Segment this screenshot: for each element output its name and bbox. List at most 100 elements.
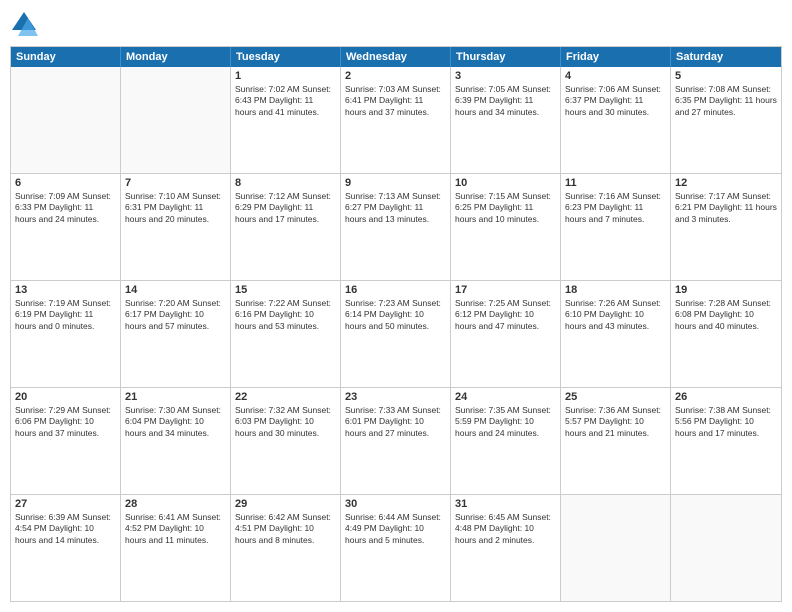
calendar-cell: 7 Sunrise: 7:10 AM Sunset: 6:31 PM Daylig… [121,174,231,280]
weekday-header-monday: Monday [121,47,231,67]
cell-info: Sunrise: 7:06 AM Sunset: 6:37 PM Dayligh… [565,84,666,118]
calendar-cell: 4 Sunrise: 7:06 AM Sunset: 6:37 PM Daylig… [561,67,671,173]
day-number: 17 [455,284,556,296]
cell-info: Sunrise: 7:35 AM Sunset: 5:59 PM Dayligh… [455,405,556,439]
cell-info: Sunrise: 7:16 AM Sunset: 6:23 PM Dayligh… [565,191,666,225]
calendar-cell: 18 Sunrise: 7:26 AM Sunset: 6:10 PM Dayli… [561,281,671,387]
calendar: SundayMondayTuesdayWednesdayThursdayFrid… [10,46,782,602]
calendar-cell: 5Sunrise: 7:08 AM Sunset: 6:35 PM Daylig… [671,67,781,173]
calendar-row-5: 27Sunrise: 6:39 AM Sunset: 4:54 PM Dayli… [11,495,781,601]
calendar-cell: 1 Sunrise: 7:02 AM Sunset: 6:43 PM Daylig… [231,67,341,173]
calendar-cell: 10 Sunrise: 7:15 AM Sunset: 6:25 PM Dayli… [451,174,561,280]
cell-info: Sunrise: 7:15 AM Sunset: 6:25 PM Dayligh… [455,191,556,225]
cell-info: Sunrise: 7:36 AM Sunset: 5:57 PM Dayligh… [565,405,666,439]
calendar-row-1: 1 Sunrise: 7:02 AM Sunset: 6:43 PM Daylig… [11,67,781,174]
day-number: 2 [345,70,446,82]
calendar-cell: 16 Sunrise: 7:23 AM Sunset: 6:14 PM Dayli… [341,281,451,387]
calendar-cell [561,495,671,601]
cell-info: Sunrise: 6:42 AM Sunset: 4:51 PM Dayligh… [235,512,336,546]
calendar-cell: 2Sunrise: 7:03 AM Sunset: 6:41 PM Daylig… [341,67,451,173]
cell-info: Sunrise: 7:25 AM Sunset: 6:12 PM Dayligh… [455,298,556,332]
cell-info: Sunrise: 7:28 AM Sunset: 6:08 PM Dayligh… [675,298,777,332]
day-number: 22 [235,391,336,403]
calendar-cell: 31 Sunrise: 6:45 AM Sunset: 4:48 PM Dayli… [451,495,561,601]
cell-info: Sunrise: 7:19 AM Sunset: 6:19 PM Dayligh… [15,298,116,332]
day-number: 20 [15,391,116,403]
calendar-header: SundayMondayTuesdayWednesdayThursdayFrid… [11,47,781,67]
calendar-cell: 28Sunrise: 6:41 AM Sunset: 4:52 PM Dayli… [121,495,231,601]
day-number: 31 [455,498,556,510]
calendar-cell: 15Sunrise: 7:22 AM Sunset: 6:16 PM Dayli… [231,281,341,387]
day-number: 3 [455,70,556,82]
calendar-cell: 21 Sunrise: 7:30 AM Sunset: 6:04 PM Dayli… [121,388,231,494]
calendar-cell: 22 Sunrise: 7:32 AM Sunset: 6:03 PM Dayli… [231,388,341,494]
calendar-cell [671,495,781,601]
calendar-cell: 25 Sunrise: 7:36 AM Sunset: 5:57 PM Dayli… [561,388,671,494]
cell-info: Sunrise: 7:26 AM Sunset: 6:10 PM Dayligh… [565,298,666,332]
calendar-cell: 23Sunrise: 7:33 AM Sunset: 6:01 PM Dayli… [341,388,451,494]
cell-info: Sunrise: 7:10 AM Sunset: 6:31 PM Dayligh… [125,191,226,225]
cell-info: Sunrise: 6:39 AM Sunset: 4:54 PM Dayligh… [15,512,116,546]
cell-info: Sunrise: 7:33 AM Sunset: 6:01 PM Dayligh… [345,405,446,439]
cell-info: Sunrise: 7:13 AM Sunset: 6:27 PM Dayligh… [345,191,446,225]
day-number: 1 [235,70,336,82]
calendar-cell: 14 Sunrise: 7:20 AM Sunset: 6:17 PM Dayli… [121,281,231,387]
day-number: 16 [345,284,446,296]
calendar-row-2: 6 Sunrise: 7:09 AM Sunset: 6:33 PM Daylig… [11,174,781,281]
calendar-body: 1 Sunrise: 7:02 AM Sunset: 6:43 PM Daylig… [11,67,781,601]
cell-info: Sunrise: 7:23 AM Sunset: 6:14 PM Dayligh… [345,298,446,332]
cell-info: Sunrise: 6:45 AM Sunset: 4:48 PM Dayligh… [455,512,556,546]
cell-info: Sunrise: 7:30 AM Sunset: 6:04 PM Dayligh… [125,405,226,439]
calendar-cell: 26 Sunrise: 7:38 AM Sunset: 5:56 PM Dayli… [671,388,781,494]
day-number: 6 [15,177,116,189]
calendar-cell: 30 Sunrise: 6:44 AM Sunset: 4:49 PM Dayli… [341,495,451,601]
calendar-cell: 17 Sunrise: 7:25 AM Sunset: 6:12 PM Dayli… [451,281,561,387]
day-number: 9 [345,177,446,189]
calendar-cell: 19 Sunrise: 7:28 AM Sunset: 6:08 PM Dayli… [671,281,781,387]
cell-info: Sunrise: 7:02 AM Sunset: 6:43 PM Dayligh… [235,84,336,118]
day-number: 30 [345,498,446,510]
weekday-header-thursday: Thursday [451,47,561,67]
calendar-cell: 8 Sunrise: 7:12 AM Sunset: 6:29 PM Daylig… [231,174,341,280]
day-number: 13 [15,284,116,296]
calendar-cell: 6 Sunrise: 7:09 AM Sunset: 6:33 PM Daylig… [11,174,121,280]
cell-info: Sunrise: 7:32 AM Sunset: 6:03 PM Dayligh… [235,405,336,439]
day-number: 18 [565,284,666,296]
cell-info: Sunrise: 7:05 AM Sunset: 6:39 PM Dayligh… [455,84,556,118]
day-number: 26 [675,391,777,403]
header [10,10,782,38]
cell-info: Sunrise: 7:20 AM Sunset: 6:17 PM Dayligh… [125,298,226,332]
day-number: 12 [675,177,777,189]
day-number: 25 [565,391,666,403]
calendar-cell: 11 Sunrise: 7:16 AM Sunset: 6:23 PM Dayli… [561,174,671,280]
day-number: 8 [235,177,336,189]
day-number: 7 [125,177,226,189]
weekday-header-wednesday: Wednesday [341,47,451,67]
day-number: 4 [565,70,666,82]
day-number: 5 [675,70,777,82]
day-number: 29 [235,498,336,510]
calendar-cell: 20 Sunrise: 7:29 AM Sunset: 6:06 PM Dayli… [11,388,121,494]
calendar-row-4: 20 Sunrise: 7:29 AM Sunset: 6:06 PM Dayli… [11,388,781,495]
logo-icon [10,10,38,38]
day-number: 11 [565,177,666,189]
cell-info: Sunrise: 7:38 AM Sunset: 5:56 PM Dayligh… [675,405,777,439]
day-number: 21 [125,391,226,403]
calendar-cell [11,67,121,173]
cell-info: Sunrise: 7:12 AM Sunset: 6:29 PM Dayligh… [235,191,336,225]
calendar-cell: 3 Sunrise: 7:05 AM Sunset: 6:39 PM Daylig… [451,67,561,173]
calendar-cell: 29 Sunrise: 6:42 AM Sunset: 4:51 PM Dayli… [231,495,341,601]
calendar-page: SundayMondayTuesdayWednesdayThursdayFrid… [0,0,792,612]
day-number: 28 [125,498,226,510]
day-number: 24 [455,391,556,403]
cell-info: Sunrise: 7:22 AM Sunset: 6:16 PM Dayligh… [235,298,336,332]
cell-info: Sunrise: 6:44 AM Sunset: 4:49 PM Dayligh… [345,512,446,546]
weekday-header-sunday: Sunday [11,47,121,67]
calendar-cell: 24 Sunrise: 7:35 AM Sunset: 5:59 PM Dayli… [451,388,561,494]
day-number: 19 [675,284,777,296]
day-number: 14 [125,284,226,296]
weekday-header-tuesday: Tuesday [231,47,341,67]
cell-info: Sunrise: 7:09 AM Sunset: 6:33 PM Dayligh… [15,191,116,225]
day-number: 10 [455,177,556,189]
cell-info: Sunrise: 7:29 AM Sunset: 6:06 PM Dayligh… [15,405,116,439]
